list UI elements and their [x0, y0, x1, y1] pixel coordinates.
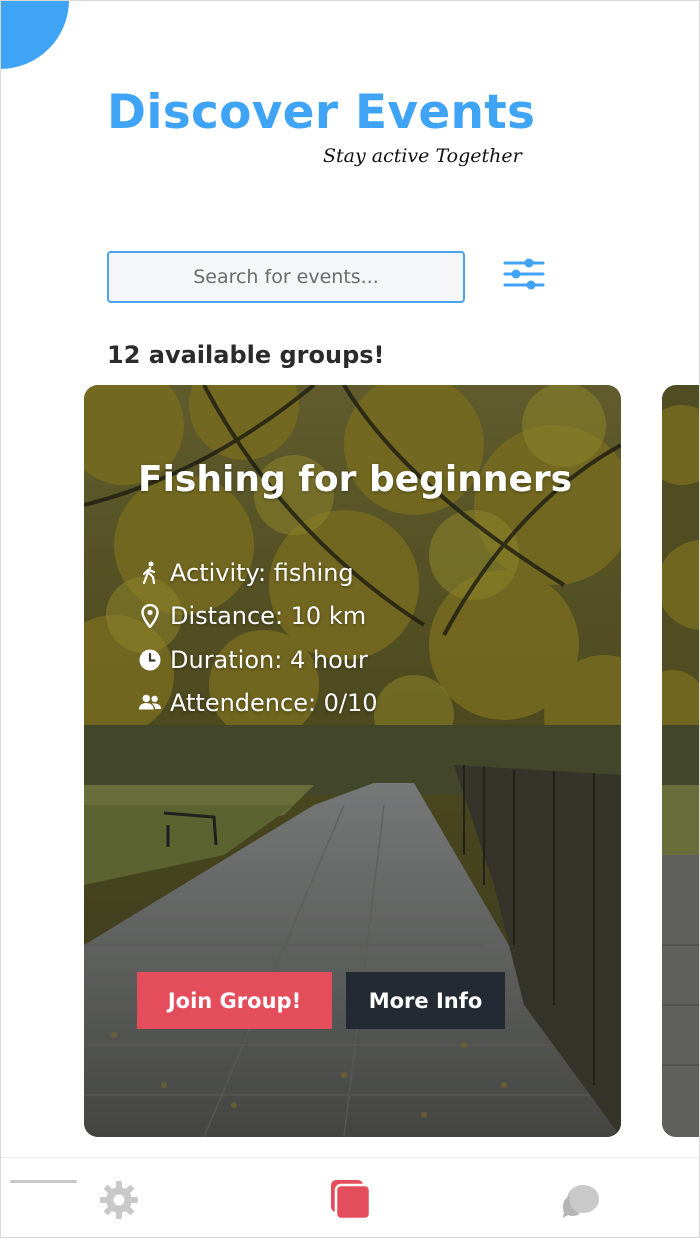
detail-activity: Activity: fishing [138, 557, 354, 589]
groups-count: 12 available groups! [107, 341, 385, 369]
clock-icon [138, 648, 162, 672]
detail-duration: Duration: 4 hour [138, 644, 368, 676]
app-screen: Discover Events Stay active Together 12 … [0, 0, 700, 1238]
next-event-card[interactable] [662, 385, 699, 1137]
corner-decoration [1, 1, 69, 69]
location-pin-icon [138, 604, 162, 628]
nav-settings[interactable] [93, 1174, 145, 1226]
event-card[interactable]: Fishing for beginners Activity: fishing … [84, 385, 621, 1137]
detail-distance: Distance: 10 km [138, 600, 366, 632]
gear-icon [100, 1181, 138, 1219]
page-subtitle: Stay active Together [323, 145, 522, 167]
detail-attendance: Attendence: 0/10 [138, 687, 378, 719]
filter-button[interactable] [501, 253, 547, 295]
nav-chat[interactable] [557, 1174, 609, 1226]
bottom-nav [1, 1157, 699, 1237]
walking-person-icon [138, 561, 162, 585]
more-info-button[interactable]: More Info [346, 972, 505, 1029]
search-input[interactable] [107, 251, 465, 303]
cards-icon [331, 1180, 372, 1221]
sliders-icon [503, 258, 545, 290]
detail-distance-text: Distance: 10 km [170, 602, 367, 630]
detail-activity-text: Activity: fishing [170, 559, 354, 587]
event-title: Fishing for beginners [138, 459, 573, 500]
join-group-button[interactable]: Join Group! [137, 972, 332, 1029]
detail-attendance-text: Attendence: 0/10 [170, 689, 378, 717]
chat-bubbles-icon [562, 1185, 599, 1218]
people-icon [138, 691, 162, 715]
nav-events[interactable] [325, 1174, 377, 1226]
detail-duration-text: Duration: 4 hour [170, 646, 368, 674]
next-card-overlay [662, 385, 699, 1137]
page-title: Discover Events [107, 85, 536, 140]
nav-handle [10, 1180, 77, 1183]
